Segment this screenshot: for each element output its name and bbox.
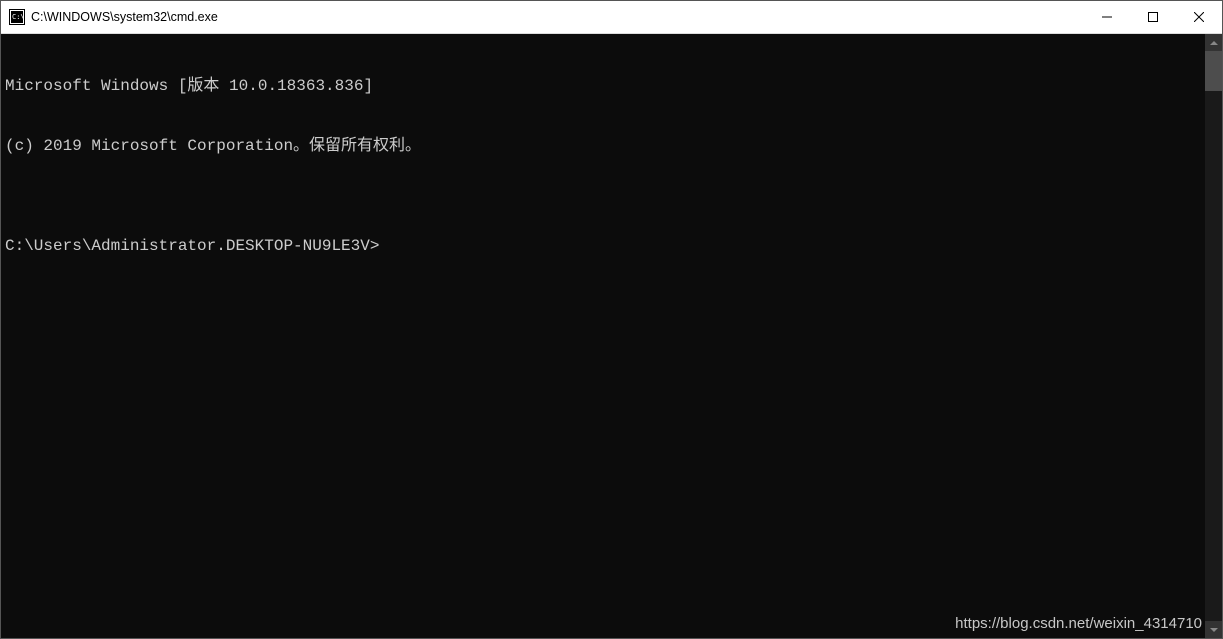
cmd-window: C:\ C:\WINDOWS\system32\cmd.exe Microsof… (0, 0, 1223, 639)
window-controls (1084, 1, 1222, 33)
console-container: Microsoft Windows [版本 10.0.18363.836] (c… (1, 34, 1222, 638)
minimize-button[interactable] (1084, 1, 1130, 33)
titlebar[interactable]: C:\ C:\WINDOWS\system32\cmd.exe (1, 1, 1222, 34)
console-line: Microsoft Windows [版本 10.0.18363.836] (5, 76, 1205, 96)
window-title: C:\WINDOWS\system32\cmd.exe (31, 10, 1084, 24)
vertical-scrollbar[interactable] (1205, 34, 1222, 638)
cursor (379, 236, 388, 254)
scroll-down-arrow[interactable] (1205, 621, 1222, 638)
console-prompt-line: C:\Users\Administrator.DESKTOP-NU9LE3V> (5, 236, 1205, 256)
console-output[interactable]: Microsoft Windows [版本 10.0.18363.836] (c… (1, 34, 1205, 638)
cmd-icon: C:\ (9, 9, 25, 25)
maximize-button[interactable] (1130, 1, 1176, 33)
console-prompt: C:\Users\Administrator.DESKTOP-NU9LE3V> (5, 236, 379, 256)
scroll-thumb[interactable] (1205, 51, 1222, 91)
console-line: (c) 2019 Microsoft Corporation。保留所有权利。 (5, 136, 1205, 156)
scroll-up-arrow[interactable] (1205, 34, 1222, 51)
close-button[interactable] (1176, 1, 1222, 33)
svg-text:C:\: C:\ (12, 13, 25, 21)
